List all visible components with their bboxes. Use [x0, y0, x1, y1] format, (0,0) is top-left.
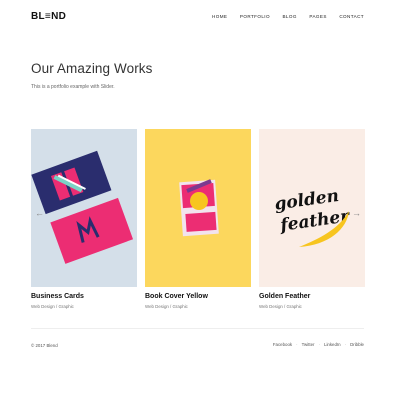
card-category: Web Design / Graphic	[259, 304, 302, 309]
social-twitter[interactable]: Twitter	[302, 342, 315, 347]
nav-portfolio[interactable]: PORTFOLIO	[240, 14, 270, 19]
social-separator: ·	[318, 342, 320, 347]
nav-home[interactable]: HOME	[212, 14, 227, 19]
nav-blog[interactable]: BLOG	[282, 14, 296, 19]
main-nav: HOME PORTFOLIO BLOG PAGES CONTACT	[200, 14, 365, 19]
book-circle	[190, 192, 208, 210]
card-image-book-cover[interactable]	[145, 129, 251, 287]
portfolio-card-book-cover-yellow[interactable]: Book Cover Yellow Web Design / Graphic	[145, 129, 251, 309]
book-cover-art	[179, 179, 219, 237]
golden-feather-art: golden feather	[273, 186, 351, 247]
social-linkedin[interactable]: LinkedIn	[324, 342, 341, 347]
nav-contact[interactable]: CONTACT	[339, 14, 364, 19]
business-cards-art	[31, 150, 134, 264]
site-header: BL≡ND HOME PORTFOLIO BLOG PAGES CONTACT	[0, 0, 400, 34]
social-dribble[interactable]: Dribble	[350, 342, 364, 347]
copyright: © 2017 Blend	[31, 343, 58, 348]
social-links: Facebook · Twitter · LinkedIn · Dribble	[269, 342, 364, 347]
footer-divider	[31, 328, 364, 329]
page-subtitle: This is a portfolio example with Slider.	[31, 84, 115, 90]
page-title: Our Amazing Works	[31, 61, 153, 76]
slider-prev-arrow-icon[interactable]: ←	[35, 208, 44, 218]
slider-next-arrow-icon[interactable]: →	[352, 208, 361, 218]
card-title[interactable]: Business Cards	[31, 293, 137, 300]
card-title[interactable]: Golden Feather	[259, 293, 365, 300]
card-title[interactable]: Book Cover Yellow	[145, 293, 251, 300]
social-separator: ·	[344, 342, 347, 347]
nav-pages[interactable]: PAGES	[309, 14, 327, 19]
card-image-golden-feather[interactable]: golden feather	[259, 129, 365, 287]
card-category: Web Design / Graphic	[145, 304, 188, 309]
social-facebook[interactable]: Facebook	[273, 342, 292, 347]
card-image-business-cards[interactable]	[31, 129, 137, 287]
portfolio-card-golden-feather[interactable]: golden feather Golden Feather Web Design…	[259, 129, 365, 309]
portfolio-slider: Business Cards Web Design / Graphic Book…	[31, 129, 365, 309]
book-bottom-panel	[185, 211, 217, 232]
portfolio-card-business-cards[interactable]: Business Cards Web Design / Graphic	[31, 129, 137, 309]
card-category: Web Design / Graphic	[31, 304, 74, 309]
logo[interactable]: BL≡ND	[31, 11, 66, 22]
social-separator: ·	[296, 342, 298, 347]
